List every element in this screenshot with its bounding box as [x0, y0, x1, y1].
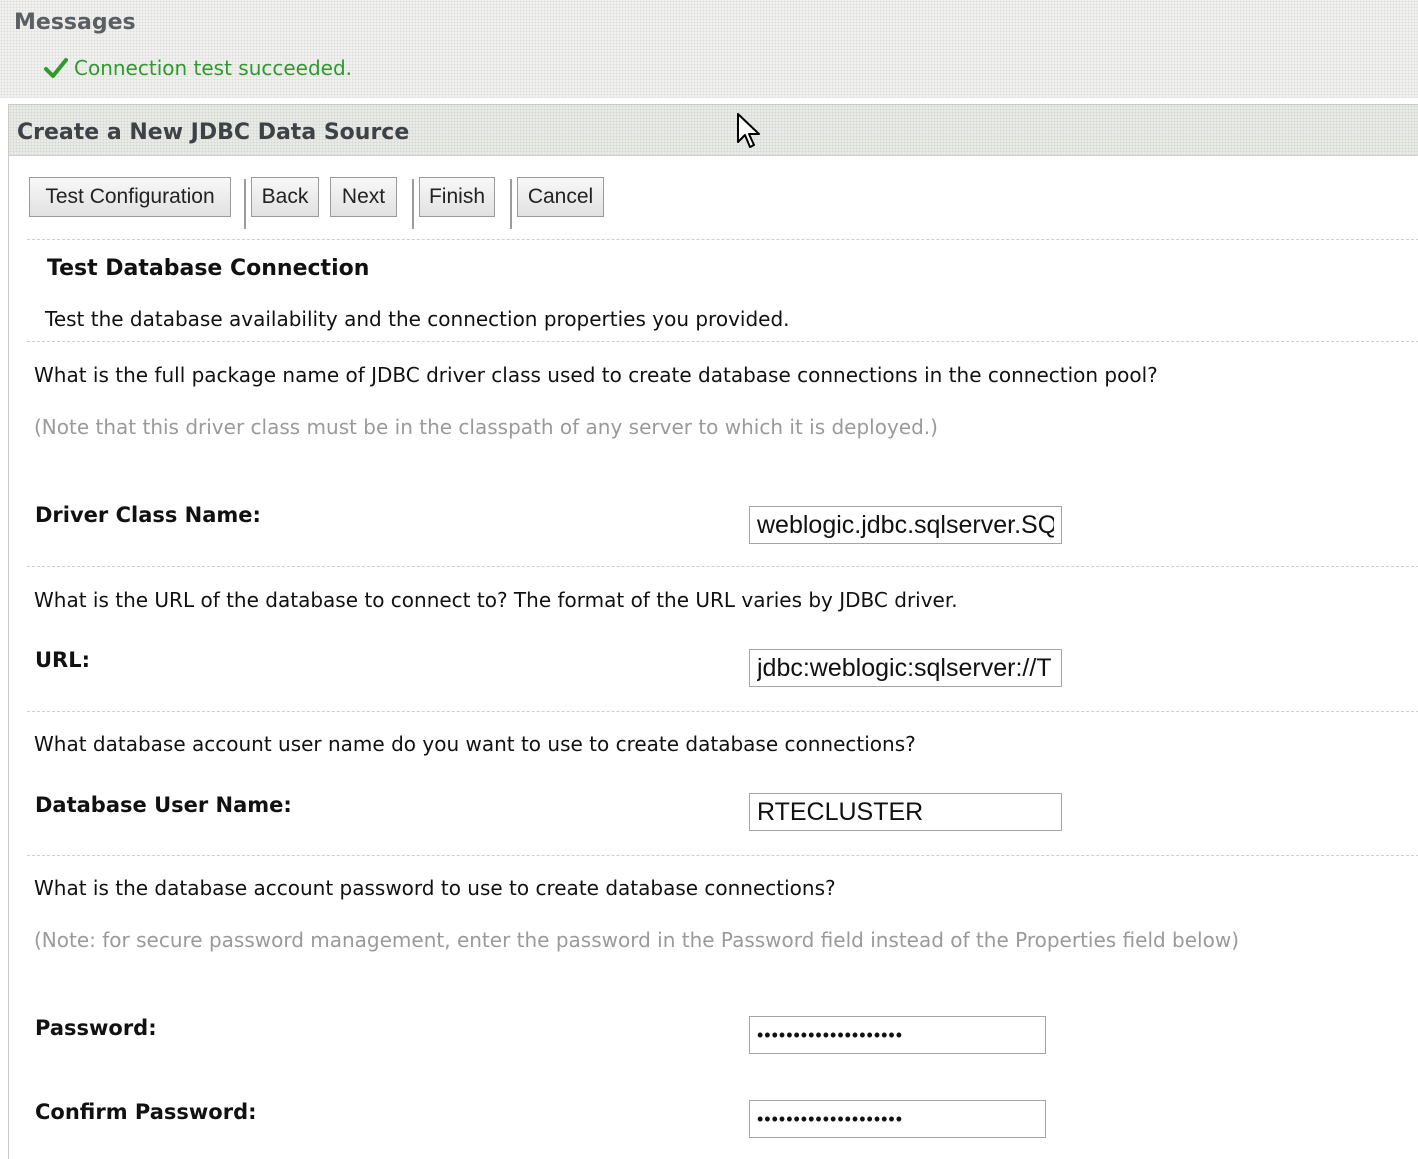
database-user-name-label: Database User Name: [35, 793, 292, 817]
driver-note: (Note that this driver class must be in … [34, 415, 938, 439]
messages-title: Messages [14, 10, 136, 35]
divider [27, 711, 1418, 712]
create-jdbc-panel: Create a New JDBC Data Source Test Confi… [8, 104, 1418, 1159]
panel-title: Create a New JDBC Data Source [17, 120, 410, 145]
success-message-text: Connection test succeeded. [74, 56, 353, 80]
user-question: What database account user name do you w… [34, 732, 916, 756]
driver-question: What is the full package name of JDBC dr… [34, 363, 1158, 387]
url-question: What is the URL of the database to conne… [34, 588, 958, 612]
driver-class-input[interactable] [749, 506, 1062, 544]
button-separator [510, 179, 512, 229]
confirm-password-label: Confirm Password: [35, 1100, 257, 1124]
confirm-password-input[interactable] [749, 1100, 1046, 1138]
cancel-button[interactable]: Cancel [517, 177, 604, 217]
divider [27, 239, 1418, 240]
password-input[interactable] [749, 1016, 1046, 1054]
url-input[interactable] [749, 649, 1062, 687]
success-message: Connection test succeeded. [44, 56, 352, 80]
button-separator [244, 179, 246, 229]
section-description: Test the database availability and the c… [45, 307, 790, 331]
divider [27, 855, 1418, 856]
back-button[interactable]: Back [251, 177, 319, 217]
divider [27, 341, 1418, 342]
test-configuration-button[interactable]: Test Configuration [29, 177, 231, 217]
messages-area: Messages Connection test succeeded. [0, 0, 1418, 98]
jdbc-data-source-page: Messages Connection test succeeded. Crea… [0, 0, 1418, 1159]
panel-header: Create a New JDBC Data Source [9, 105, 1418, 156]
check-icon [44, 57, 68, 79]
password-label: Password: [35, 1016, 157, 1040]
driver-class-label: Driver Class Name: [35, 503, 261, 527]
next-button[interactable]: Next [330, 177, 397, 217]
finish-button[interactable]: Finish [419, 177, 495, 217]
database-user-name-input[interactable] [749, 793, 1062, 831]
url-label: URL: [35, 648, 91, 672]
password-note: (Note: for secure password management, e… [34, 928, 1240, 952]
mouse-cursor-icon [737, 113, 760, 148]
button-separator [412, 179, 414, 229]
divider [27, 566, 1418, 567]
password-question: What is the database account password to… [34, 876, 836, 900]
section-heading: Test Database Connection [47, 256, 370, 281]
